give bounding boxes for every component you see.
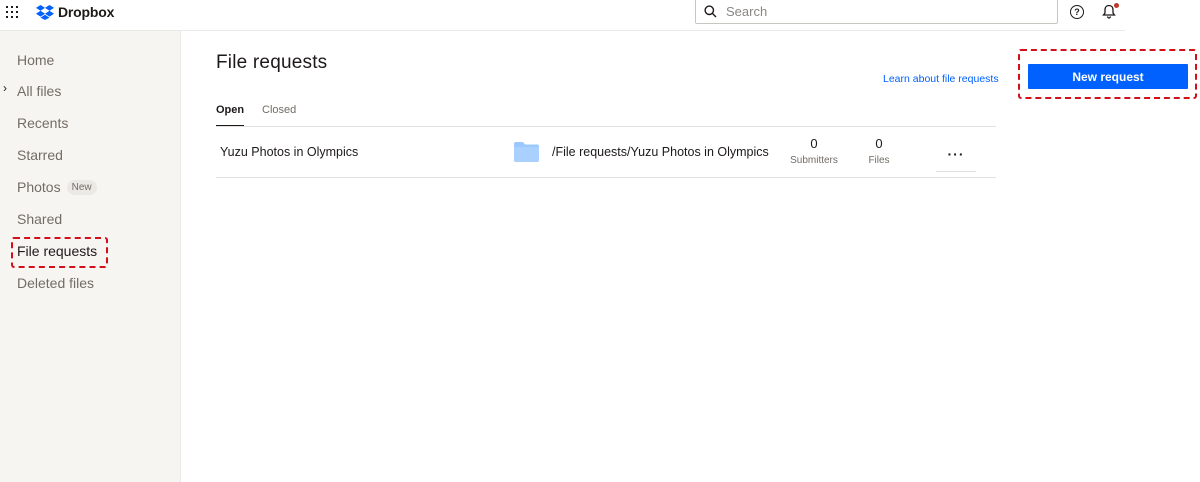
request-name[interactable]: Yuzu Photos in Olympics [220,145,358,159]
sidebar-item-label: All files [17,83,62,99]
help-icon[interactable]: ? [1070,5,1084,19]
more-options-button[interactable]: ··· [936,136,976,172]
search-box[interactable] [695,0,1058,24]
apps-grid-icon[interactable] [6,6,18,18]
submitters-value: 0 [810,136,818,151]
new-badge: New [66,179,97,195]
tab-bar: Open Closed [216,102,996,127]
sidebar-item-recents[interactable]: Recents [17,115,68,131]
sidebar-item-label: Photos [17,179,61,195]
search-input[interactable] [726,4,1046,19]
sidebar-item-all-files[interactable]: All files [17,83,61,99]
sidebar-item-photos[interactable]: Photos New [17,179,97,195]
sidebar-item-label: Starred [17,147,63,163]
notification-dot [1114,3,1119,8]
files-count: 0 Files [864,136,894,166]
folder-icon [514,142,539,162]
help-glyph: ? [1074,7,1080,17]
sidebar-item-starred[interactable]: Starred [17,147,63,163]
top-bar: Dropbox ? [0,0,1125,31]
chevron-right-icon[interactable]: › [3,81,7,95]
dropbox-icon [36,4,54,20]
request-path[interactable]: /File requests/Yuzu Photos in Olympics [552,145,769,159]
table-row[interactable]: Yuzu Photos in Olympics /File requests/Y… [216,131,996,178]
submitters-count: 0 Submitters [788,136,840,166]
learn-about-file-requests-link[interactable]: Learn about file requests [883,73,999,85]
new-request-button[interactable]: New request [1028,64,1188,89]
files-value: 0 [875,136,883,151]
sidebar-item-label: Recents [17,115,69,131]
sidebar-item-label: File requests [17,243,98,259]
sidebar-item-label: Shared [17,211,63,227]
app-name: Dropbox [58,4,115,20]
sidebar-item-file-requests[interactable]: File requests [17,243,97,259]
files-label: Files [868,155,890,166]
sidebar-item-home[interactable]: Home [17,52,54,68]
tab-open[interactable]: Open [216,104,245,126]
page-title: File requests [216,52,328,73]
submitters-label: Submitters [790,155,838,166]
sidebar-item-label: Home [17,52,55,68]
sidebar-item-label: Deleted files [17,275,95,291]
tab-closed[interactable]: Closed [262,104,296,125]
dropbox-logo[interactable]: Dropbox [36,4,114,20]
search-icon [704,5,717,18]
sidebar-item-shared[interactable]: Shared [17,211,62,227]
sidebar-item-deleted-files[interactable]: Deleted files [17,275,94,291]
